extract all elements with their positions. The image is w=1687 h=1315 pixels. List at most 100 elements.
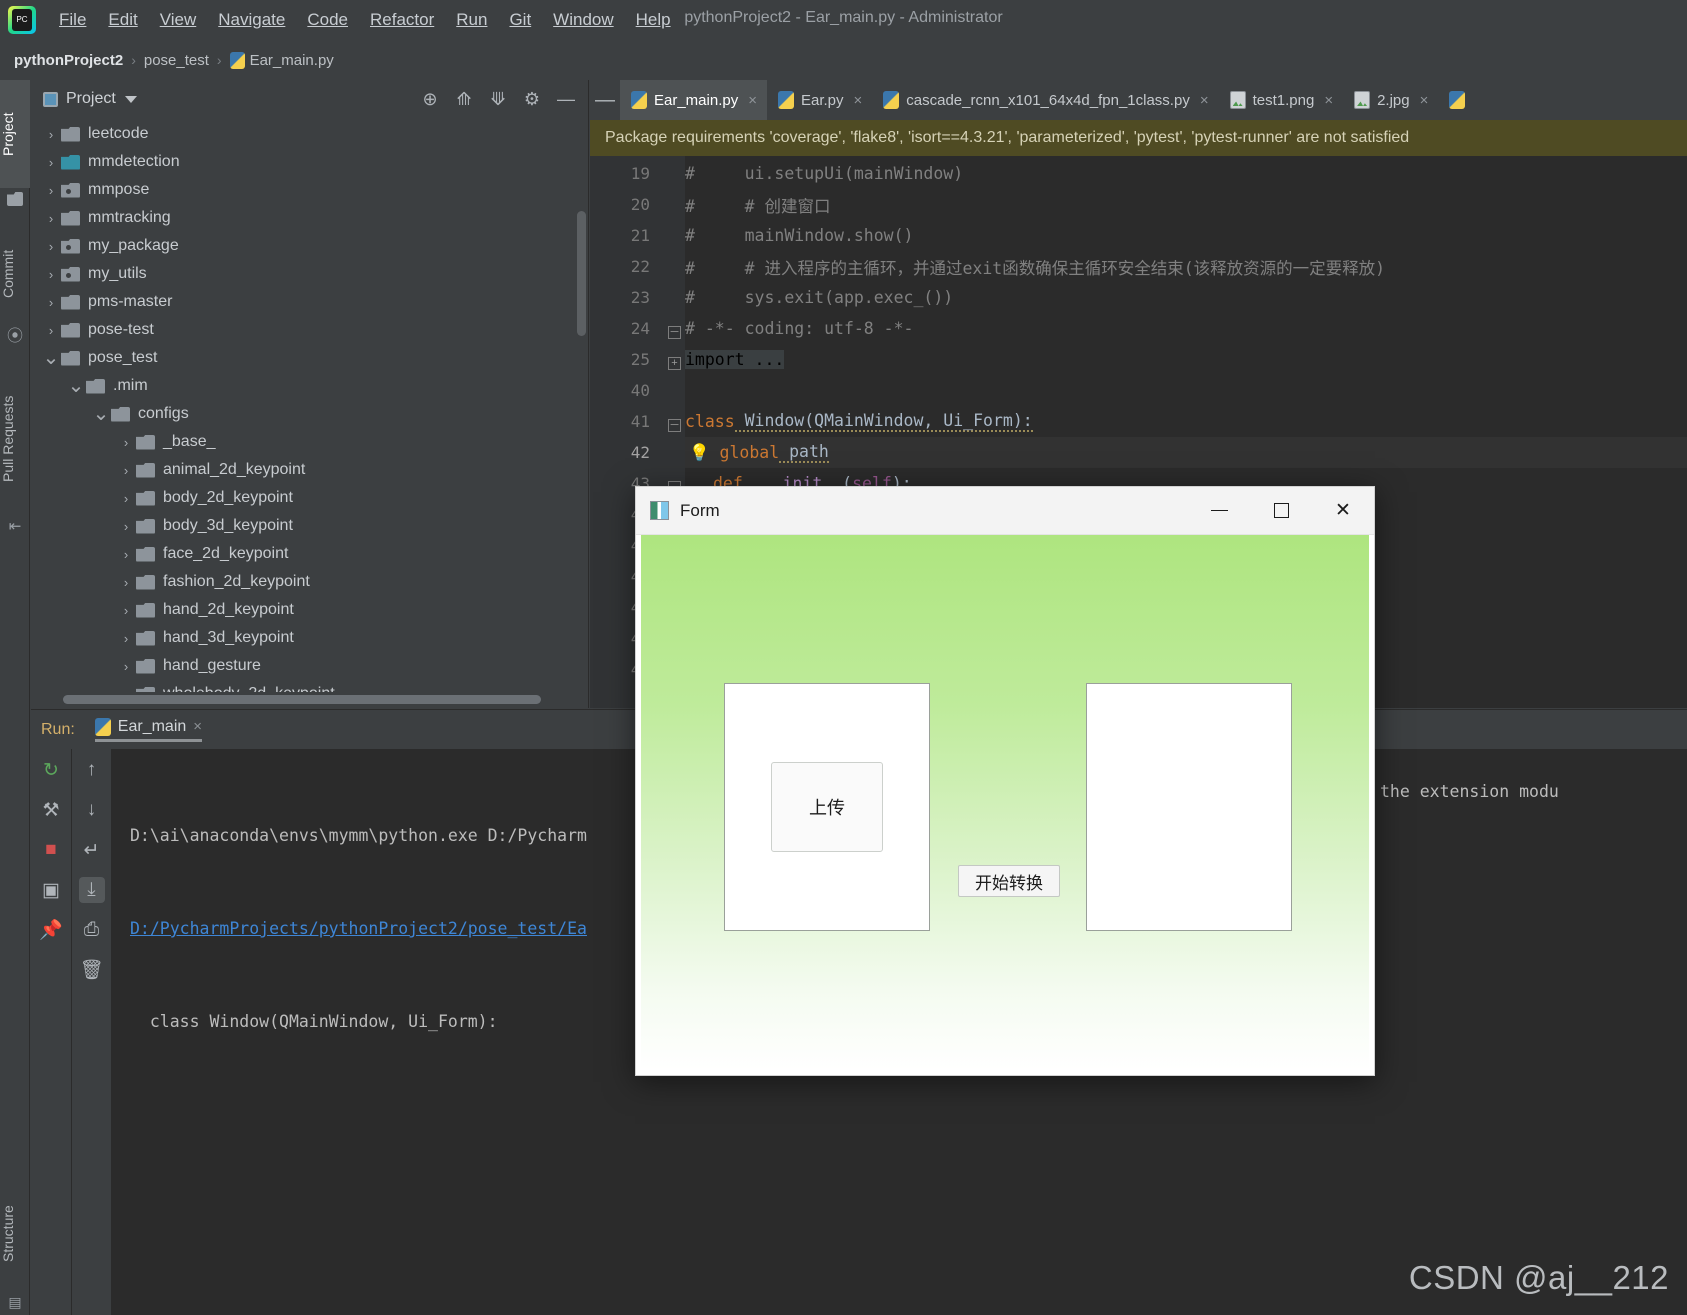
editor-tab-ear-main[interactable]: Ear_main.py × <box>620 80 767 120</box>
chevron-right-icon[interactable]: › <box>116 631 136 646</box>
down-arrow-icon[interactable]: ↓ <box>79 797 105 823</box>
editor-tab-ear[interactable]: Ear.py × <box>767 80 872 120</box>
hide-icon[interactable]: — <box>554 87 578 111</box>
tree-node[interactable]: › pose-test <box>31 316 588 344</box>
minimize-button[interactable] <box>1188 487 1250 535</box>
breadcrumb-file[interactable]: Ear_main.py <box>250 52 334 69</box>
menu-navigate[interactable]: Navigate <box>207 6 296 34</box>
editor-tab-test1-png[interactable]: test1.png × <box>1219 80 1343 120</box>
form-dialog[interactable]: Form ✕ 上传 开始转换 <box>635 486 1375 1076</box>
tree-node[interactable]: ⌄ pose_test <box>31 344 588 372</box>
hide-editor-icon[interactable]: — <box>590 80 620 120</box>
tree-node[interactable]: › wholebody_2d_keypoint <box>31 680 588 692</box>
scroll-to-end-icon[interactable]: ⤓ <box>78 877 105 903</box>
tree-node[interactable]: › body_2d_keypoint <box>31 484 588 512</box>
chevron-right-icon[interactable]: › <box>41 183 61 198</box>
close-icon[interactable]: × <box>193 718 202 735</box>
menu-refactor[interactable]: Refactor <box>359 6 445 34</box>
editor-tab-overflow[interactable] <box>1438 80 1475 120</box>
intention-bulb-icon[interactable]: 💡 <box>689 443 710 463</box>
layout-icon[interactable]: ▣ <box>38 877 64 903</box>
fold-marker-icon[interactable]: ─ <box>668 419 681 432</box>
chevron-right-icon[interactable]: › <box>41 323 61 338</box>
editor-vertical-scrollbar[interactable] <box>577 211 586 336</box>
tree-node[interactable]: ⌄ .mim <box>31 372 588 400</box>
tree-node[interactable]: ⌄ configs <box>31 400 588 428</box>
close-icon[interactable]: × <box>1200 92 1209 109</box>
tree-node[interactable]: › hand_gesture <box>31 652 588 680</box>
right-image-preview[interactable] <box>1086 683 1292 931</box>
chevron-right-icon[interactable]: › <box>41 211 61 226</box>
fold-marker-icon[interactable]: ─ <box>668 326 681 339</box>
chevron-right-icon[interactable]: › <box>116 547 136 562</box>
tree-node[interactable]: › hand_2d_keypoint <box>31 596 588 624</box>
stop-icon[interactable]: ■ <box>38 837 64 863</box>
close-icon[interactable]: × <box>1420 92 1429 109</box>
run-tab-ear-main[interactable]: Ear_main × <box>94 717 203 742</box>
soft-wrap-icon[interactable]: ↵ <box>79 837 105 863</box>
rail-tab-structure[interactable]: Structure <box>0 1179 30 1289</box>
project-tree-horizontal-scrollbar[interactable] <box>63 695 541 704</box>
editor-tab-cascade-rcnn[interactable]: cascade_rcnn_x101_64x4d_fpn_1class.py × <box>872 80 1218 120</box>
tree-node[interactable]: › leetcode <box>31 120 588 148</box>
chevron-right-icon[interactable]: › <box>41 127 61 142</box>
close-icon[interactable]: × <box>1324 92 1333 109</box>
maximize-button[interactable] <box>1250 487 1312 535</box>
chevron-right-icon[interactable]: › <box>41 239 61 254</box>
locate-icon[interactable]: ⊕ <box>418 87 442 111</box>
chevron-right-icon[interactable]: › <box>41 267 61 282</box>
menu-file[interactable]: File <box>48 6 97 34</box>
chevron-down-icon[interactable] <box>124 95 137 103</box>
chevron-down-icon[interactable]: ⌄ <box>66 376 86 396</box>
menu-git[interactable]: Git <box>498 6 542 34</box>
chevron-right-icon[interactable]: › <box>41 295 61 310</box>
chevron-right-icon[interactable]: › <box>116 659 136 674</box>
expand-all-icon[interactable]: ⟰ <box>452 87 476 111</box>
up-arrow-icon[interactable]: ↑ <box>79 757 105 783</box>
pin-icon[interactable]: 📌 <box>38 917 64 943</box>
chevron-right-icon[interactable]: › <box>41 155 61 170</box>
tree-node[interactable]: › mmtracking <box>31 204 588 232</box>
chevron-down-icon[interactable]: ⌄ <box>91 404 111 424</box>
chevron-down-icon[interactable]: ⌄ <box>41 348 61 368</box>
breadcrumb-project[interactable]: pythonProject2 <box>14 52 123 69</box>
menu-code[interactable]: Code <box>296 6 359 34</box>
rail-tab-project[interactable]: Project <box>0 80 30 188</box>
tree-node[interactable]: › my_package <box>31 232 588 260</box>
chevron-right-icon[interactable]: › <box>116 687 136 693</box>
menu-view[interactable]: View <box>149 6 208 34</box>
close-icon[interactable]: × <box>748 92 757 109</box>
tree-node[interactable]: › body_3d_keypoint <box>31 512 588 540</box>
menu-help[interactable]: Help <box>625 6 682 34</box>
tree-node[interactable]: › my_utils <box>31 260 588 288</box>
start-convert-button[interactable]: 开始转换 <box>958 865 1060 897</box>
project-tree[interactable]: › leetcode › mmdetection › mmpose › mmtracking ›… <box>31 118 588 692</box>
print-icon[interactable]: ⎙ <box>79 917 105 943</box>
chevron-right-icon[interactable]: › <box>116 603 136 618</box>
editor-tab-2-jpg[interactable]: 2.jpg × <box>1343 80 1438 120</box>
upload-button[interactable]: 上传 <box>771 762 883 852</box>
tree-node[interactable]: › animal_2d_keypoint <box>31 456 588 484</box>
menu-edit[interactable]: Edit <box>97 6 148 34</box>
chevron-right-icon[interactable]: › <box>116 463 136 478</box>
settings-wrench-icon[interactable]: ⚒ <box>38 797 64 823</box>
tree-node[interactable]: › hand_3d_keypoint <box>31 624 588 652</box>
rail-tab-pull-requests[interactable]: Pull Requests <box>0 360 30 518</box>
left-image-preview[interactable]: 上传 <box>724 683 930 931</box>
tree-node[interactable]: › mmpose <box>31 176 588 204</box>
close-icon[interactable]: × <box>854 92 863 109</box>
fold-marker-icon[interactable]: + <box>668 357 681 370</box>
close-button[interactable]: ✕ <box>1312 487 1374 535</box>
menu-run[interactable]: Run <box>445 6 498 34</box>
tree-node[interactable]: › face_2d_keypoint <box>31 540 588 568</box>
rail-tab-commit[interactable]: Commit <box>0 220 30 328</box>
tree-node[interactable]: › fashion_2d_keypoint <box>31 568 588 596</box>
chevron-right-icon[interactable]: › <box>116 575 136 590</box>
breadcrumb-folder[interactable]: pose_test <box>144 52 209 69</box>
gear-icon[interactable]: ⚙ <box>520 87 544 111</box>
chevron-right-icon[interactable]: › <box>116 435 136 450</box>
chevron-right-icon[interactable]: › <box>116 519 136 534</box>
collapse-all-icon[interactable]: ⟱ <box>486 87 510 111</box>
dialog-title-bar[interactable]: Form ✕ <box>636 487 1374 535</box>
trash-icon[interactable]: 🗑 <box>79 957 105 983</box>
